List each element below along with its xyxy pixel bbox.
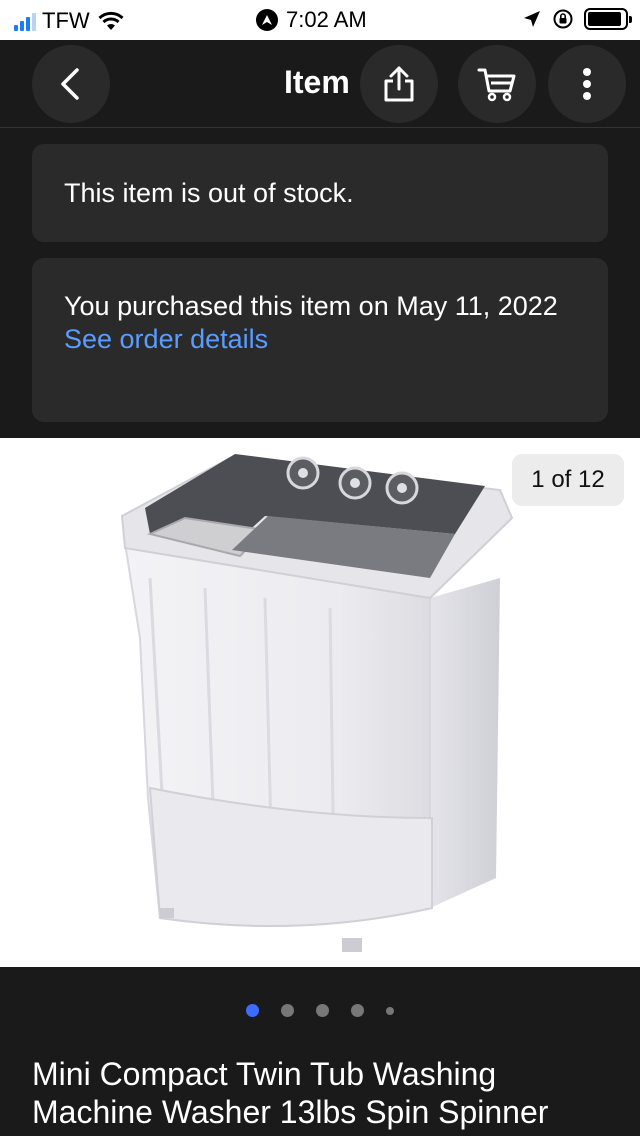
location-badge-icon bbox=[256, 9, 278, 31]
cart-button[interactable] bbox=[458, 45, 536, 123]
share-icon bbox=[384, 66, 414, 102]
status-right bbox=[522, 8, 632, 30]
status-left: TFW bbox=[14, 8, 126, 34]
gallery-dot[interactable] bbox=[386, 1006, 394, 1015]
back-icon bbox=[61, 68, 79, 100]
gallery-pagination-dots[interactable] bbox=[0, 1004, 640, 1017]
battery-level bbox=[588, 12, 622, 26]
wifi-icon bbox=[98, 11, 124, 30]
carrier-label: TFW bbox=[42, 8, 90, 33]
out-of-stock-text: This item is out of stock. bbox=[64, 177, 354, 208]
gallery-dot[interactable] bbox=[281, 1004, 294, 1017]
location-arrow-icon bbox=[524, 11, 540, 27]
washing-machine-image bbox=[120, 454, 514, 952]
top-nav-bar: Item bbox=[0, 40, 640, 128]
signal-icon bbox=[14, 11, 36, 31]
cart-icon bbox=[477, 68, 516, 102]
image-counter: 1 of 12 bbox=[512, 454, 624, 506]
see-order-details-link[interactable]: See order details bbox=[64, 323, 576, 356]
more-options-button[interactable] bbox=[548, 45, 626, 123]
out-of-stock-notice: This item is out of stock. bbox=[32, 144, 608, 242]
battery-icon bbox=[584, 8, 632, 30]
status-bar: TFW 7:02 AM bbox=[0, 0, 640, 40]
product-title: Mini Compact Twin Tub Washing Machine Wa… bbox=[32, 1056, 549, 1130]
rotation-lock-icon bbox=[553, 9, 573, 29]
gallery-dot[interactable] bbox=[351, 1004, 364, 1017]
back-button[interactable] bbox=[32, 45, 110, 123]
purchase-text: You purchased this item on May 11, 2022 bbox=[64, 291, 558, 321]
status-time: 7:02 AM bbox=[286, 7, 367, 32]
gallery-dot[interactable] bbox=[246, 1004, 259, 1017]
purchase-notice: You purchased this item on May 11, 2022 … bbox=[32, 258, 608, 422]
gallery-dot[interactable] bbox=[316, 1004, 329, 1017]
status-center: 7:02 AM bbox=[256, 7, 367, 33]
share-button[interactable] bbox=[360, 45, 438, 123]
product-image-gallery[interactable]: 1 of 12 bbox=[0, 438, 640, 967]
page-title: Item bbox=[284, 64, 350, 100]
more-icon bbox=[583, 68, 591, 100]
